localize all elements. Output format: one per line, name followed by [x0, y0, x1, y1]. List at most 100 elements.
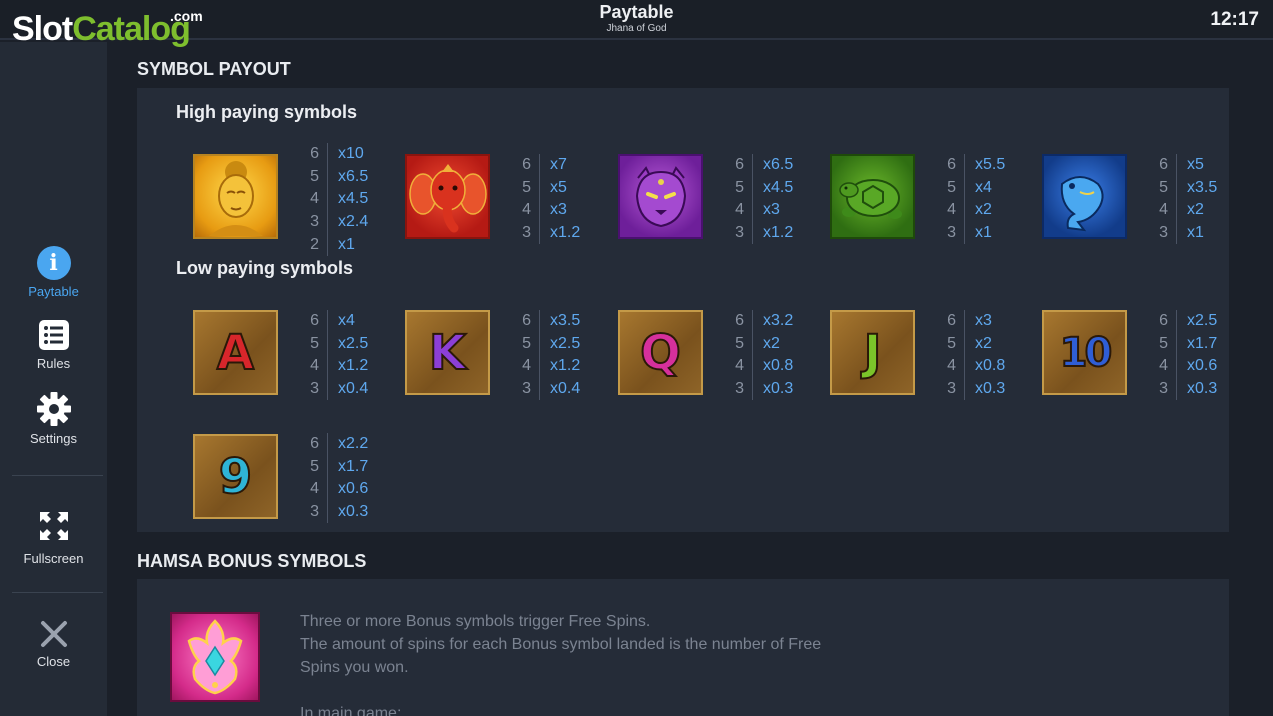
payout: x0.3	[975, 380, 1006, 398]
symbol-letter: 9	[218, 448, 253, 506]
payout: x1	[338, 235, 355, 253]
payout: x1.2	[763, 224, 794, 242]
payout: x3.5	[550, 312, 581, 330]
panther-icon	[635, 165, 686, 227]
payout: x0.4	[550, 380, 581, 398]
hamsa-icon	[187, 619, 243, 695]
count: 6	[310, 312, 319, 330]
turtle-icon	[838, 178, 902, 219]
count: 6	[947, 156, 956, 174]
sidebar-item-close[interactable]: Close	[0, 619, 107, 669]
payout: x0.8	[763, 357, 794, 375]
count: 3	[522, 224, 531, 242]
payout: x0.3	[763, 380, 794, 398]
count: 3	[310, 380, 319, 398]
hamsa-bonus-symbol	[170, 612, 260, 702]
count: 6	[947, 312, 956, 330]
payout: x10	[338, 145, 364, 163]
count: 3	[1159, 224, 1168, 242]
count: 4	[522, 201, 531, 219]
count: 3	[735, 224, 744, 242]
symbol-letter: K	[428, 324, 467, 382]
watermark-com: .com	[170, 8, 203, 24]
payout: x4	[975, 178, 992, 196]
payout: x2	[1187, 201, 1204, 219]
payout: x1.2	[338, 357, 369, 375]
sidebar-item-label: Rules	[36, 356, 71, 371]
sidebar-item-label: Settings	[30, 431, 77, 446]
count: 3	[947, 380, 956, 398]
bonus-line-3: Spins you won.	[300, 659, 409, 676]
payout: x3.2	[763, 312, 794, 330]
payout: x1.7	[1187, 334, 1218, 352]
count: 6	[735, 312, 744, 330]
count: 6	[522, 156, 531, 174]
payout-list-fish: 6 x5 5 x3.5 4 x2 3 x1	[1152, 154, 1252, 245]
count: 6	[522, 312, 531, 330]
payout: x5.5	[975, 156, 1006, 174]
count: 5	[1159, 178, 1168, 196]
count: 4	[310, 190, 319, 208]
sidebar-item-fullscreen[interactable]: Fullscreen	[0, 510, 107, 566]
payout: x1.2	[550, 224, 581, 242]
elephant-icon	[408, 163, 487, 232]
count: 4	[310, 357, 319, 375]
payout: x4.5	[338, 190, 369, 208]
payout-list-panther: 6 x6.5 5 x4.5 4 x3 3 x1.2	[728, 154, 828, 245]
buddha-icon	[208, 160, 263, 236]
fullscreen-icon	[39, 512, 68, 540]
payout-list-j: 6 x3 5 x2 4 x0.8 3 x0.3	[940, 310, 1040, 401]
payout: x2.4	[338, 213, 369, 231]
gear-icon	[36, 392, 71, 426]
count: 4	[310, 480, 319, 498]
payout: x3.5	[1187, 178, 1218, 196]
payout-list-ten: 6 x2.5 5 x1.7 4 x0.6 3 x0.3	[1152, 310, 1252, 401]
letter-k-symbol: K	[405, 310, 490, 395]
bonus-line-1: Three or more Bonus symbols trigger Free…	[300, 613, 651, 630]
count: 4	[947, 201, 956, 219]
count: 5	[735, 334, 744, 352]
payout: x2.5	[1187, 312, 1218, 330]
payout: x2	[763, 334, 780, 352]
payout-list-turtle: 6 x5.5 5 x4 4 x2 3 x1	[940, 154, 1040, 245]
letter-j-symbol: J	[830, 310, 915, 395]
payout-list-a: 6 x4 5 x2.5 4 x1.2 3 x0.4	[303, 310, 403, 401]
clock: 12:17	[1210, 9, 1259, 30]
payout: x0.6	[1187, 357, 1218, 375]
low-paying-title: Low paying symbols	[176, 258, 354, 278]
game-subtitle: Jhana of God	[606, 23, 667, 34]
payout: x3	[975, 312, 992, 330]
high-paying-title: High paying symbols	[176, 102, 358, 122]
count: 4	[1159, 357, 1168, 375]
count: 4	[735, 357, 744, 375]
sidebar-item-rules[interactable]: Rules	[0, 319, 107, 371]
sidebar-item-paytable[interactable]: i Paytable	[0, 246, 107, 299]
payout: x0.3	[338, 503, 369, 521]
payout: x6.5	[338, 167, 369, 185]
buddha-symbol	[193, 154, 278, 239]
count: 5	[522, 178, 531, 196]
payout: x1.7	[338, 457, 369, 475]
payout: x4	[338, 312, 355, 330]
payout: x2.5	[550, 334, 581, 352]
symbol-letter: Q	[639, 324, 682, 382]
payout: x3	[763, 201, 780, 219]
payout-list-elephant: 6 x7 5 x5 4 x3 3 x1.2	[515, 154, 615, 245]
payout-list-k: 6 x3.5 5 x2.5 4 x1.2 3 x0.4	[515, 310, 615, 401]
panther-symbol	[618, 154, 703, 239]
payout: x2	[975, 201, 992, 219]
count: 3	[1159, 380, 1168, 398]
count: 5	[522, 334, 531, 352]
payout: x0.4	[338, 380, 369, 398]
fish-symbol	[1042, 154, 1127, 239]
payout: x5	[1187, 156, 1204, 174]
count: 5	[310, 334, 319, 352]
symbol-payout-title: SYMBOL PAYOUT	[137, 59, 291, 79]
payout: x7	[550, 156, 567, 174]
count: 3	[310, 503, 319, 521]
payout-list-buddha: 6 x10 5 x6.5 4 x4.5 3 x2.4 2 x1	[303, 143, 403, 256]
sidebar-divider	[12, 475, 103, 476]
sidebar-item-settings[interactable]: Settings	[0, 392, 107, 446]
payout: x1	[1187, 224, 1204, 242]
info-icon: i	[36, 246, 71, 280]
